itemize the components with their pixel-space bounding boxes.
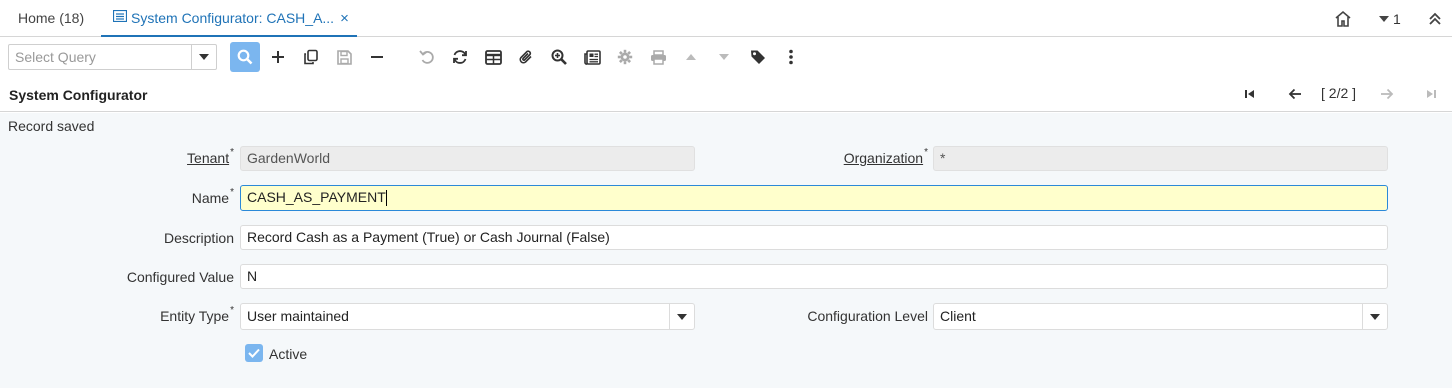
refresh-icon xyxy=(453,50,467,64)
active-label[interactable]: Active xyxy=(269,346,307,362)
refresh-button[interactable] xyxy=(445,42,475,72)
tab-system-configurator[interactable]: System Configurator: CASH_A... × xyxy=(101,0,357,37)
print-button[interactable] xyxy=(643,42,673,72)
query-dropdown-button[interactable] xyxy=(191,45,216,69)
more-options-button[interactable] xyxy=(776,42,806,72)
configuration-level-dropdown-button[interactable] xyxy=(1362,304,1387,329)
plus-icon xyxy=(272,51,284,63)
tab-home[interactable]: Home (18) xyxy=(18,0,84,37)
caret-down-icon xyxy=(677,313,687,320)
window-title: System Configurator xyxy=(9,87,148,103)
double-chevron-up-icon xyxy=(1429,12,1441,25)
description-label: Description xyxy=(163,230,234,246)
collapse-button[interactable] xyxy=(1428,0,1442,37)
search-icon xyxy=(237,49,253,65)
configured-value-label: Configured Value xyxy=(126,269,234,285)
gear-icon xyxy=(617,49,633,65)
caret-down-icon xyxy=(719,54,729,60)
tab-bar: Home (18) System Configurator: CASH_A...… xyxy=(0,0,1452,37)
caret-up-icon xyxy=(686,54,696,60)
window-list-icon xyxy=(112,0,128,36)
caret-down-icon xyxy=(1370,313,1380,320)
print-icon xyxy=(650,49,666,65)
caret-down-icon xyxy=(1379,15,1389,22)
record-position: [ 2/2 ] xyxy=(1321,85,1357,101)
newspaper-icon xyxy=(583,49,601,65)
zoom-across-button[interactable] xyxy=(544,42,574,72)
description-field[interactable]: Record Cash as a Payment (True) or Cash … xyxy=(240,225,1388,250)
paperclip-icon xyxy=(519,50,532,64)
detail-record-button[interactable] xyxy=(709,42,739,72)
name-label: Name* xyxy=(191,187,234,206)
arrow-left-icon xyxy=(1288,88,1301,100)
status-message: Record saved xyxy=(8,118,95,134)
toolbar xyxy=(0,38,1452,76)
attachment-button[interactable] xyxy=(511,42,541,72)
entity-type-label: Entity Type* xyxy=(160,305,234,324)
undo-icon xyxy=(419,50,434,64)
search-button[interactable] xyxy=(230,42,260,72)
previous-record-button[interactable] xyxy=(1283,83,1307,105)
organization-field[interactable]: * xyxy=(933,146,1388,171)
parent-record-button[interactable] xyxy=(676,42,706,72)
configuration-level-value: Client xyxy=(940,308,976,324)
process-button[interactable] xyxy=(610,42,640,72)
report-button[interactable] xyxy=(577,42,607,72)
arrow-right-icon xyxy=(1381,88,1394,100)
kebab-menu-icon xyxy=(789,49,793,65)
grid-toggle-button[interactable] xyxy=(478,42,508,72)
zoom-in-icon xyxy=(551,49,567,65)
copy-icon xyxy=(304,49,318,65)
table-icon xyxy=(484,49,502,65)
tag-icon xyxy=(751,50,765,64)
caret-down-icon xyxy=(199,54,209,60)
entity-type-dropdown-button[interactable] xyxy=(669,304,694,329)
delete-button[interactable] xyxy=(362,42,392,72)
select-query-combobox[interactable] xyxy=(8,44,217,70)
name-field[interactable]: CASH_AS_PAYMENT xyxy=(240,185,1388,211)
entity-type-select[interactable]: User maintained xyxy=(240,303,695,330)
home-button[interactable] xyxy=(1334,0,1352,37)
active-checkbox[interactable] xyxy=(245,344,263,362)
save-icon xyxy=(336,49,352,65)
home-icon xyxy=(1335,10,1351,27)
undo-button[interactable] xyxy=(412,42,442,72)
close-tab-icon[interactable]: × xyxy=(340,10,349,27)
copy-record-button[interactable] xyxy=(296,42,326,72)
tenant-field[interactable]: GardenWorld xyxy=(240,146,695,171)
label-button[interactable] xyxy=(743,42,773,72)
window-header: System Configurator [ 2/2 ] xyxy=(0,77,1452,112)
configuration-level-label: Configuration Level xyxy=(807,308,928,324)
select-query-input[interactable] xyxy=(9,45,192,69)
last-record-button[interactable] xyxy=(1419,83,1443,105)
next-record-button[interactable] xyxy=(1375,83,1399,105)
configuration-level-select[interactable]: Client xyxy=(933,303,1388,330)
notification-count: 1 xyxy=(1393,10,1401,27)
organization-label[interactable]: Organization* xyxy=(844,147,928,166)
first-icon xyxy=(1245,90,1254,98)
save-button[interactable] xyxy=(329,42,359,72)
notification-button[interactable]: 1 xyxy=(1378,0,1401,37)
tenant-label[interactable]: Tenant* xyxy=(187,147,234,166)
configured-value-field[interactable]: N xyxy=(240,264,1388,289)
form-panel: Record saved Tenant* GardenWorld Organiz… xyxy=(0,113,1452,388)
minus-icon xyxy=(371,56,383,58)
first-record-button[interactable] xyxy=(1238,83,1262,105)
new-record-button[interactable] xyxy=(263,42,293,72)
checkmark-icon xyxy=(248,348,260,358)
text-cursor xyxy=(385,190,387,207)
entity-type-value: User maintained xyxy=(247,308,349,324)
tab-title: System Configurator: CASH_A... xyxy=(131,10,335,26)
last-icon xyxy=(1427,90,1436,98)
